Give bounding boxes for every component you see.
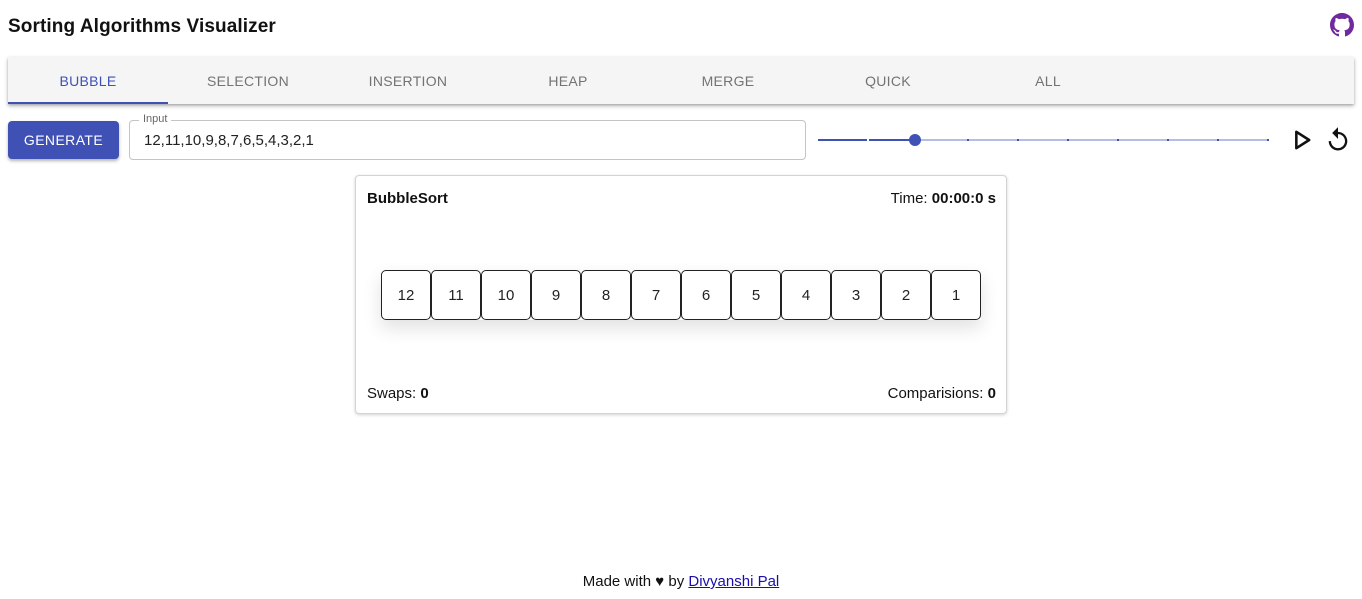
slider-mark bbox=[1167, 139, 1169, 141]
array-block: 12 bbox=[381, 270, 431, 320]
slider-mark bbox=[1067, 139, 1069, 141]
app-header: Sorting Algorithms Visualizer bbox=[0, 0, 1362, 56]
heart-icon: ♥ bbox=[655, 573, 665, 590]
comparisons-counter: Comparisions: 0 bbox=[888, 385, 996, 402]
generate-button[interactable]: GENERATE bbox=[8, 121, 119, 159]
slider-mark bbox=[1117, 139, 1119, 141]
array-block: 4 bbox=[781, 270, 831, 320]
comparisons-value: 0 bbox=[987, 385, 996, 402]
array-blocks: 12 11 10 9 8 7 6 5 4 3 2 1 bbox=[381, 270, 981, 320]
tab-insertion[interactable]: INSERTION bbox=[328, 57, 488, 104]
array-block: 3 bbox=[831, 270, 881, 320]
slider-mark bbox=[917, 139, 919, 141]
speed-slider[interactable] bbox=[818, 130, 1269, 150]
tab-heap[interactable]: HEAP bbox=[488, 57, 648, 104]
tab-bubble[interactable]: BUBBLE bbox=[8, 57, 168, 104]
algorithm-title: BubbleSort bbox=[367, 190, 448, 207]
slider-mark bbox=[1267, 139, 1269, 141]
footer-prefix: Made with bbox=[582, 573, 652, 590]
app-title: Sorting Algorithms Visualizer bbox=[8, 16, 276, 37]
tab-merge[interactable]: MERGE bbox=[648, 57, 808, 104]
array-block: 10 bbox=[481, 270, 531, 320]
slider-mark bbox=[967, 139, 969, 141]
array-block: 7 bbox=[631, 270, 681, 320]
author-link[interactable]: Divyanshi Pal bbox=[688, 573, 779, 590]
tab-selection[interactable]: SELECTION bbox=[168, 57, 328, 104]
slider-mark bbox=[1017, 139, 1019, 141]
active-tab-indicator bbox=[8, 102, 168, 104]
array-block: 5 bbox=[731, 270, 781, 320]
slider-mark bbox=[1217, 139, 1219, 141]
footer: Made with ♥ by Divyanshi Pal bbox=[0, 573, 1362, 590]
swaps-counter: Swaps: 0 bbox=[367, 385, 429, 402]
swaps-value: 0 bbox=[420, 385, 429, 402]
play-icon[interactable] bbox=[1287, 126, 1315, 154]
input-label: Input bbox=[139, 113, 172, 125]
array-block: 8 bbox=[581, 270, 631, 320]
array-input[interactable] bbox=[144, 130, 784, 150]
algorithm-tabs: BUBBLE SELECTION INSERTION HEAP MERGE QU… bbox=[8, 57, 1354, 104]
tab-quick[interactable]: QUICK bbox=[808, 57, 968, 104]
timer: Time: 00:00:0 s bbox=[891, 190, 996, 207]
array-input-container: Input bbox=[129, 113, 806, 160]
array-block: 2 bbox=[881, 270, 931, 320]
slider-mark bbox=[867, 139, 869, 141]
array-block: 1 bbox=[931, 270, 981, 320]
slider-thumb[interactable] bbox=[909, 134, 921, 146]
array-block: 11 bbox=[431, 270, 481, 320]
footer-by: by bbox=[668, 573, 685, 590]
bubble-sort-card: BubbleSort Time: 00:00:0 s 12 11 10 9 8 7 6 5 4 3… bbox=[355, 175, 1007, 414]
reset-icon[interactable] bbox=[1324, 126, 1352, 154]
comparisons-label: Comparisions: bbox=[887, 385, 984, 402]
tab-all[interactable]: ALL bbox=[968, 57, 1128, 104]
time-label: Time: bbox=[890, 190, 928, 207]
github-icon[interactable] bbox=[1330, 13, 1354, 37]
time-value: 00:00:0 s bbox=[931, 190, 996, 207]
array-block: 9 bbox=[531, 270, 581, 320]
array-block: 6 bbox=[681, 270, 731, 320]
swaps-label: Swaps: bbox=[367, 385, 417, 402]
